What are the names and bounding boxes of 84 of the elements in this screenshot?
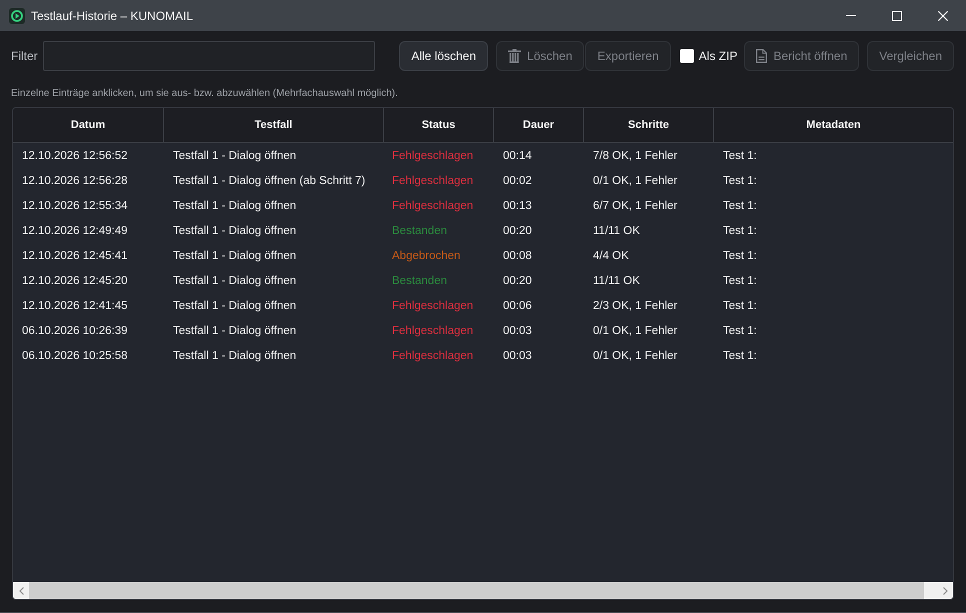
table-cell-text: Test 1: [722, 174, 758, 186]
checkbox-label[interactable]: Als ZIP [698, 49, 738, 63]
table-cell-text: Test 1: [722, 150, 758, 162]
status-label: Fehlgeschlagen [391, 350, 474, 362]
column-header[interactable]: Dauer [494, 108, 584, 142]
chevron-left-icon [18, 586, 24, 594]
table-cell-text: 00:03 [502, 324, 533, 336]
checkbox[interactable] [680, 49, 694, 63]
trash-icon [508, 49, 522, 63]
filter-label: Filter [11, 49, 38, 63]
table-cell-text: 12.10.2026 12:56:52 [21, 150, 129, 162]
document-icon [756, 49, 768, 63]
table-cell-text: Testfall 1 - Dialog öffnen [172, 350, 298, 362]
table-cell-text: Test 1: [722, 350, 758, 362]
minimize-icon [846, 15, 856, 16]
table-cell-text: 12.10.2026 12:49:49 [21, 224, 129, 236]
table-cell-text: Test 1: [722, 324, 758, 336]
status-label: Fehlgeschlagen [391, 300, 474, 312]
table-cell-text: 11/11 OK [592, 274, 641, 286]
toolbar-button[interactable]: Alle löschen [399, 41, 488, 71]
table-cell-text: Test 1: [722, 200, 758, 212]
table-row[interactable]: 12.10.2026 12:41:45 Testfall 1 - Dialog öffnen Fehlgeschlagen 00:06 2/3 OK, 1 Fehler Test 1: [13, 293, 953, 318]
status-label: Fehlgeschlagen [391, 174, 474, 186]
table-cell-text: Testfall 1 - Dialog öffnen [172, 200, 298, 212]
table-cell-text: Testfall 1 - Dialog öffnen [172, 274, 298, 286]
table-cell-text: 00:20 [502, 274, 533, 286]
app-icon [9, 8, 25, 24]
status-label: Fehlgeschlagen [391, 150, 474, 162]
table-row[interactable]: 12.10.2026 12:45:20 Testfall 1 - Dialog öffnen Bestanden 00:20 11/11 OK Test 1: [13, 268, 953, 293]
hint-text: Einzelne Einträge anklicken, um sie aus- bzw. abzuwählen (Mehrfachauswahl möglich). [11, 88, 398, 99]
status-label: Fehlgeschlagen [391, 324, 474, 336]
table-cell-text: 06.10.2026 10:25:58 [21, 350, 129, 362]
table-cell-text: Test 1: [722, 250, 758, 262]
status-label: Bestanden [391, 224, 448, 236]
table-cell-text: Test 1: [722, 224, 758, 236]
table-row[interactable]: 12.10.2026 12:55:34 Testfall 1 - Dialog öffnen Fehlgeschlagen 00:13 6/7 OK, 1 Fehler Test 1: [13, 193, 953, 218]
table-cell-text: 00:20 [502, 224, 533, 236]
table-cell-text: 00:03 [502, 350, 533, 362]
table-cell-text: 00:08 [502, 250, 533, 262]
window-title: Testlauf-Historie – KUNOMAIL [31, 8, 194, 22]
table-cell-text: 7/8 OK, 1 Fehler [592, 150, 678, 162]
table-cell-text: Testfall 1 - Dialog öffnen [172, 224, 298, 236]
table-row[interactable]: 12.10.2026 12:45:41 Testfall 1 - Dialog öffnen Abgebrochen 00:08 4/4 OK Test 1: [13, 243, 953, 268]
filter-field[interactable] [42, 41, 376, 71]
table-row[interactable]: 12.10.2026 12:49:49 Testfall 1 - Dialog öffnen Bestanden 00:20 11/11 OK Test 1: [13, 218, 953, 243]
table-cell-text: 0/1 OK, 1 Fehler [592, 350, 678, 362]
column-header[interactable]: Datum [13, 108, 164, 142]
table-cell-text: 00:14 [502, 150, 533, 162]
table-cell-text: Testfall 1 - Dialog öffnen [172, 250, 298, 262]
table-cell-text: Test 1: [722, 300, 758, 312]
table-cell-text: Testfall 1 - Dialog öffnen [172, 300, 298, 312]
maximize-icon [892, 10, 902, 20]
table-cell-text: 2/3 OK, 1 Fehler [592, 300, 678, 312]
table-cell-text: 11/11 OK [592, 224, 641, 236]
table-cell-text: 0/1 OK, 1 Fehler [592, 174, 678, 186]
table-cell-text: Testfall 1 - Dialog öffnen [172, 324, 298, 336]
table-row[interactable]: 12.10.2026 12:56:52 Testfall 1 - Dialog öffnen Fehlgeschlagen 00:14 7/8 OK, 1 Fehler Test 1: [13, 143, 953, 168]
status-label: Bestanden [391, 274, 448, 286]
table-cell-text: 12.10.2026 12:55:34 [21, 200, 129, 212]
table-row[interactable]: 06.10.2026 10:26:39 Testfall 1 - Dialog öffnen Fehlgeschlagen 00:03 0/1 OK, 1 Fehler Test 1: [13, 318, 953, 343]
table-cell-text: Test 1: [722, 274, 758, 286]
table-cell-text: 00:13 [502, 200, 533, 212]
table-cell-text: 00:02 [502, 174, 533, 186]
table-cell-text: 12.10.2026 12:41:45 [21, 300, 129, 312]
status-label: Abgebrochen [391, 250, 462, 262]
table-cell-text: 6/7 OK, 1 Fehler [592, 200, 678, 212]
column-header[interactable]: Schritte [584, 108, 714, 142]
status-label: Fehlgeschlagen [391, 200, 474, 212]
column-header[interactable]: Status [384, 108, 494, 142]
chevron-right-icon [942, 586, 948, 594]
table-cell-text: 12.10.2026 12:56:28 [21, 174, 129, 186]
table-cell-text: 00:06 [502, 300, 533, 312]
table-cell-text: 0/1 OK, 1 Fehler [592, 324, 678, 336]
table-row[interactable]: 12.10.2026 12:56:28 Testfall 1 - Dialog öffnen (ab Schritt 7) Fehlgeschlagen 00:02 0/1 OK, 1 Fehler Test 1: [13, 168, 953, 193]
column-header[interactable]: Metadaten [714, 108, 953, 142]
table-cell-text: Testfall 1 - Dialog öffnen [172, 150, 298, 162]
table-cell-text: Testfall 1 - Dialog öffnen (ab Schritt 7) [172, 174, 366, 186]
table-row[interactable]: 06.10.2026 10:25:58 Testfall 1 - Dialog öffnen Fehlgeschlagen 00:03 0/1 OK, 1 Fehler Test 1: [13, 343, 953, 368]
table-cell-text: 06.10.2026 10:26:39 [21, 324, 129, 336]
column-header[interactable]: Testfall [164, 108, 384, 142]
table-cell-text: 12.10.2026 12:45:41 [21, 250, 129, 262]
table-cell-text: 4/4 OK [592, 250, 630, 262]
table-cell-text: 12.10.2026 12:45:20 [21, 274, 129, 286]
close-icon [938, 10, 948, 20]
